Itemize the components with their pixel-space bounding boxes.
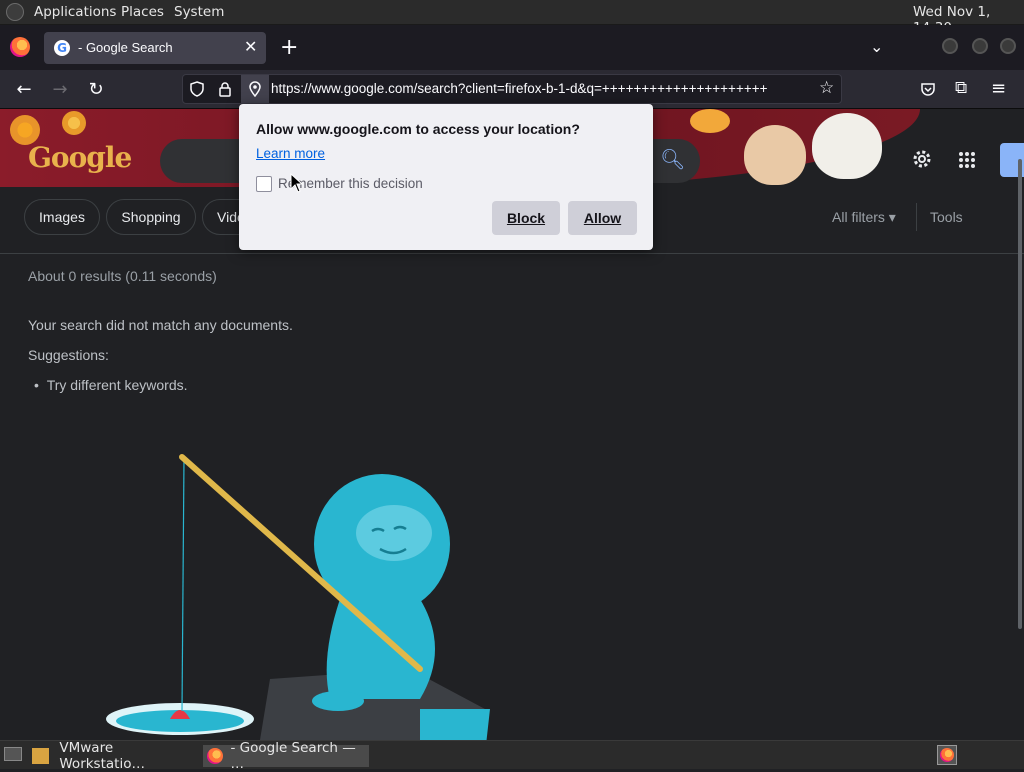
yeti-body [326, 599, 435, 699]
minimize-window-icon[interactable] [942, 38, 958, 54]
taskbar-item-label: - Google Search — … [230, 740, 356, 772]
close-tab-icon[interactable]: ✕ [244, 37, 257, 56]
search-icon[interactable]: 🔍︎ [660, 147, 685, 171]
settings-gear-icon[interactable] [911, 148, 933, 170]
vmware-icon [32, 748, 50, 764]
no-match-message: Your search did not match any documents. [28, 317, 293, 333]
chip-images[interactable]: Images [24, 199, 100, 235]
location-pin-icon [249, 81, 261, 97]
applications-menu[interactable]: Applications [34, 4, 116, 20]
yeti-foot [312, 691, 364, 711]
google-doodle-logo[interactable]: Google [28, 141, 132, 174]
page-scrollbar[interactable] [1018, 159, 1022, 629]
forward-arrow-icon[interactable]: → [46, 75, 74, 103]
tracking-shield-icon[interactable] [189, 81, 205, 97]
list-all-tabs-icon[interactable]: ⌄ [870, 37, 883, 56]
maximize-window-icon[interactable] [972, 38, 988, 54]
suggestion-text: Try different keywords. [46, 377, 188, 393]
show-desktop-icon[interactable] [4, 747, 22, 761]
suggestion-item: • Try different keywords. [34, 377, 188, 393]
bookmark-star-icon[interactable]: ☆ [819, 78, 834, 98]
sugar-skull-icon [744, 125, 806, 185]
all-filters-button[interactable]: All filters ▾ [832, 209, 896, 226]
allow-button[interactable]: Allow [568, 201, 637, 235]
remember-decision-checkbox[interactable] [256, 176, 272, 192]
top-panel: Applications Places System Wed Nov 1, 14… [0, 0, 1024, 36]
marigold-flower-icon [690, 109, 730, 133]
system-menu[interactable]: System [174, 4, 224, 20]
location-permission-button[interactable] [241, 75, 269, 103]
firefox-icon [940, 748, 954, 762]
results-stats: About 0 results (0.11 seconds) [28, 268, 217, 284]
taskbar: VMware Workstatio… - Google Search — … [0, 740, 1024, 772]
taskbar-item-vmware[interactable]: VMware Workstatio… [32, 740, 198, 772]
lock-icon[interactable] [217, 81, 233, 97]
all-filters-label: All filters [832, 209, 885, 225]
reload-icon[interactable]: ↻ [82, 75, 110, 103]
divider [916, 203, 917, 231]
app-menu-icon[interactable]: ≡ [991, 78, 1006, 99]
close-window-icon[interactable] [1000, 38, 1016, 54]
learn-more-link[interactable]: Learn more [256, 146, 325, 161]
distro-logo-icon[interactable] [6, 3, 24, 21]
places-menu[interactable]: Places [121, 4, 164, 20]
back-arrow-icon[interactable]: ← [10, 75, 38, 103]
tab-title: - Google Search [78, 40, 173, 55]
bucket [420, 709, 490, 740]
divider [0, 253, 1024, 254]
pocket-icon[interactable] [920, 81, 936, 97]
tab-google-search[interactable]: G - Google Search ✕ [44, 32, 266, 64]
google-apps-icon[interactable] [958, 151, 976, 169]
extensions-icon[interactable]: ⧉ [955, 78, 967, 98]
chip-shopping[interactable]: Shopping [106, 199, 196, 235]
sugar-skull-icon [812, 113, 882, 179]
marigold-flower-icon [62, 111, 86, 135]
fishing-yeti-illustration [106, 454, 490, 740]
mouse-cursor-icon [290, 173, 304, 193]
permission-title: Allow www.google.com to access your loca… [256, 121, 580, 137]
suggestions-label: Suggestions: [28, 347, 109, 363]
firefox-view-icon[interactable] [10, 37, 30, 57]
tools-button[interactable]: Tools [930, 209, 963, 225]
taskbar-item-label: VMware Workstatio… [59, 740, 145, 772]
firefox-icon [207, 748, 223, 764]
google-favicon-icon: G [54, 40, 70, 56]
new-tab-icon[interactable]: + [280, 35, 298, 60]
url-bar[interactable]: https://www.google.com/search?client=fir… [182, 74, 842, 104]
url-text[interactable]: https://www.google.com/search?client=fir… [271, 81, 811, 96]
taskbar-item-firefox[interactable]: - Google Search — … [203, 740, 369, 772]
block-button[interactable]: Block [492, 201, 560, 235]
tray-firefox-icon[interactable] [937, 745, 957, 765]
fishing-line [181, 456, 185, 712]
